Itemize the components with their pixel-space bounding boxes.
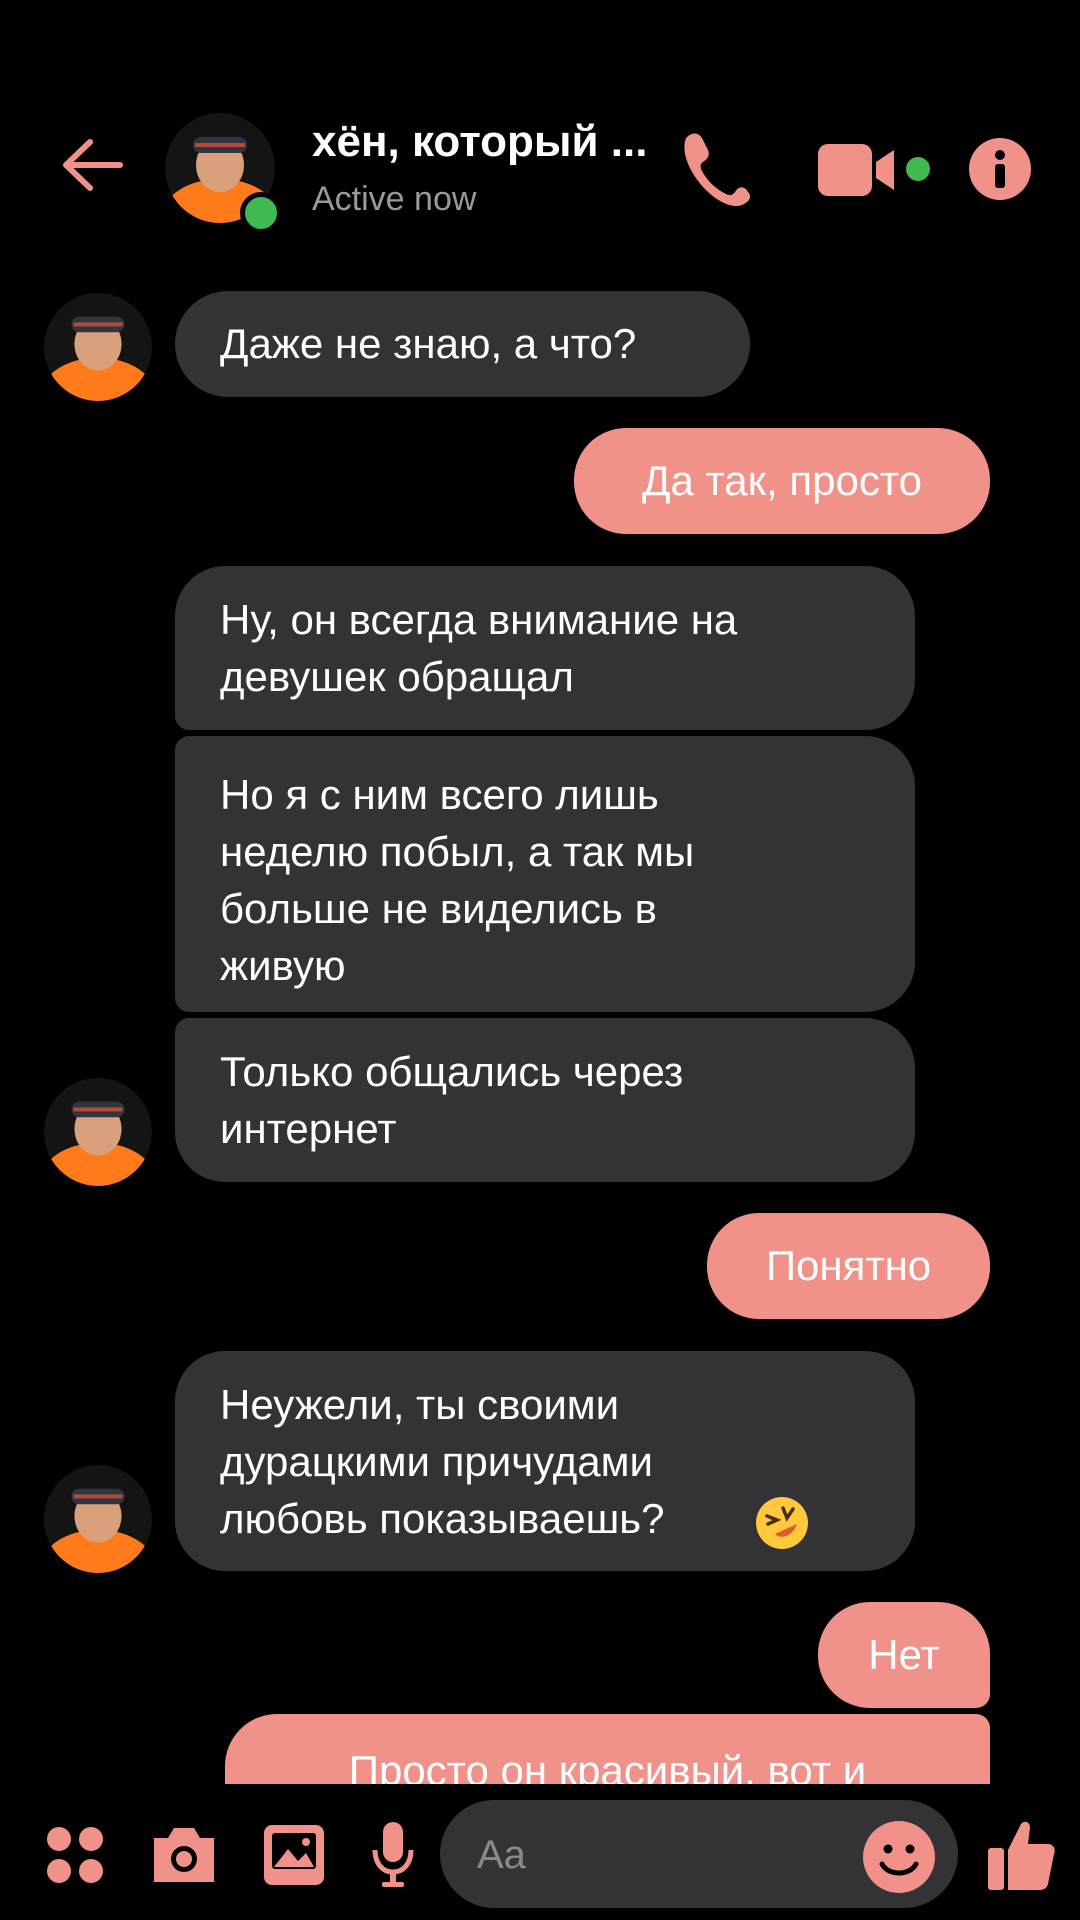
message-input[interactable] bbox=[475, 1828, 839, 1882]
message-text: Даже не знаю, а что? bbox=[220, 320, 637, 367]
message-bubble-incoming[interactable]: Ну, он всегда внимание на девушек обраща… bbox=[175, 566, 915, 730]
contact-status: Active now bbox=[312, 180, 477, 218]
message-text: Неужели, ты своими дурацкими причудами л… bbox=[220, 1381, 665, 1542]
message-text: Понятно bbox=[765, 1242, 932, 1289]
sender-avatar[interactable] bbox=[44, 293, 152, 401]
emoji-icon[interactable] bbox=[862, 1820, 936, 1894]
online-status-dot bbox=[240, 192, 282, 234]
phone-icon[interactable] bbox=[678, 128, 750, 206]
message-bubble-incoming[interactable]: Неужели, ты своими дурацкими причудами л… bbox=[175, 1351, 915, 1571]
message-text: Но я с ним всего лишь неделю побыл, а та… bbox=[220, 771, 695, 989]
message-text: Только общались через интернет bbox=[220, 1048, 684, 1152]
gallery-icon[interactable] bbox=[262, 1823, 326, 1887]
message-bubble-outgoing[interactable]: Да так, просто bbox=[574, 428, 990, 534]
message-bubble-outgoing[interactable]: Понятно bbox=[707, 1213, 990, 1319]
back-arrow-icon[interactable] bbox=[58, 130, 128, 200]
camera-icon[interactable] bbox=[150, 1824, 218, 1886]
message-text: Просто он красивый, вот и bbox=[348, 1747, 867, 1784]
message-text: Ну, он всегда внимание на девушек обраща… bbox=[220, 596, 738, 700]
message-text: Нет bbox=[868, 1631, 940, 1678]
sender-avatar[interactable] bbox=[44, 1465, 152, 1573]
message-bubble-incoming[interactable]: Даже не знаю, а что? bbox=[175, 291, 750, 397]
contact-name[interactable]: хён, который ... bbox=[312, 117, 647, 167]
info-icon[interactable] bbox=[968, 137, 1032, 201]
message-bubble-outgoing[interactable]: Просто он красивый, вот и bbox=[225, 1714, 990, 1784]
sender-avatar[interactable] bbox=[44, 1078, 152, 1186]
microphone-icon[interactable] bbox=[370, 1820, 416, 1890]
message-bubble-outgoing[interactable]: Нет bbox=[818, 1602, 990, 1708]
message-bubble-incoming[interactable]: Но я с ним всего лишь неделю побыл, а та… bbox=[175, 736, 915, 1012]
message-clip: Просто он красивый, вот и bbox=[225, 1714, 990, 1784]
apps-icon[interactable] bbox=[46, 1826, 104, 1884]
message-bubble-incoming[interactable]: Только общались через интернет bbox=[175, 1018, 915, 1182]
thumbs-up-icon[interactable] bbox=[986, 1816, 1056, 1892]
video-camera-icon[interactable] bbox=[818, 142, 934, 198]
laughing-emoji-icon bbox=[756, 1497, 808, 1549]
message-text: Да так, просто bbox=[642, 457, 922, 504]
